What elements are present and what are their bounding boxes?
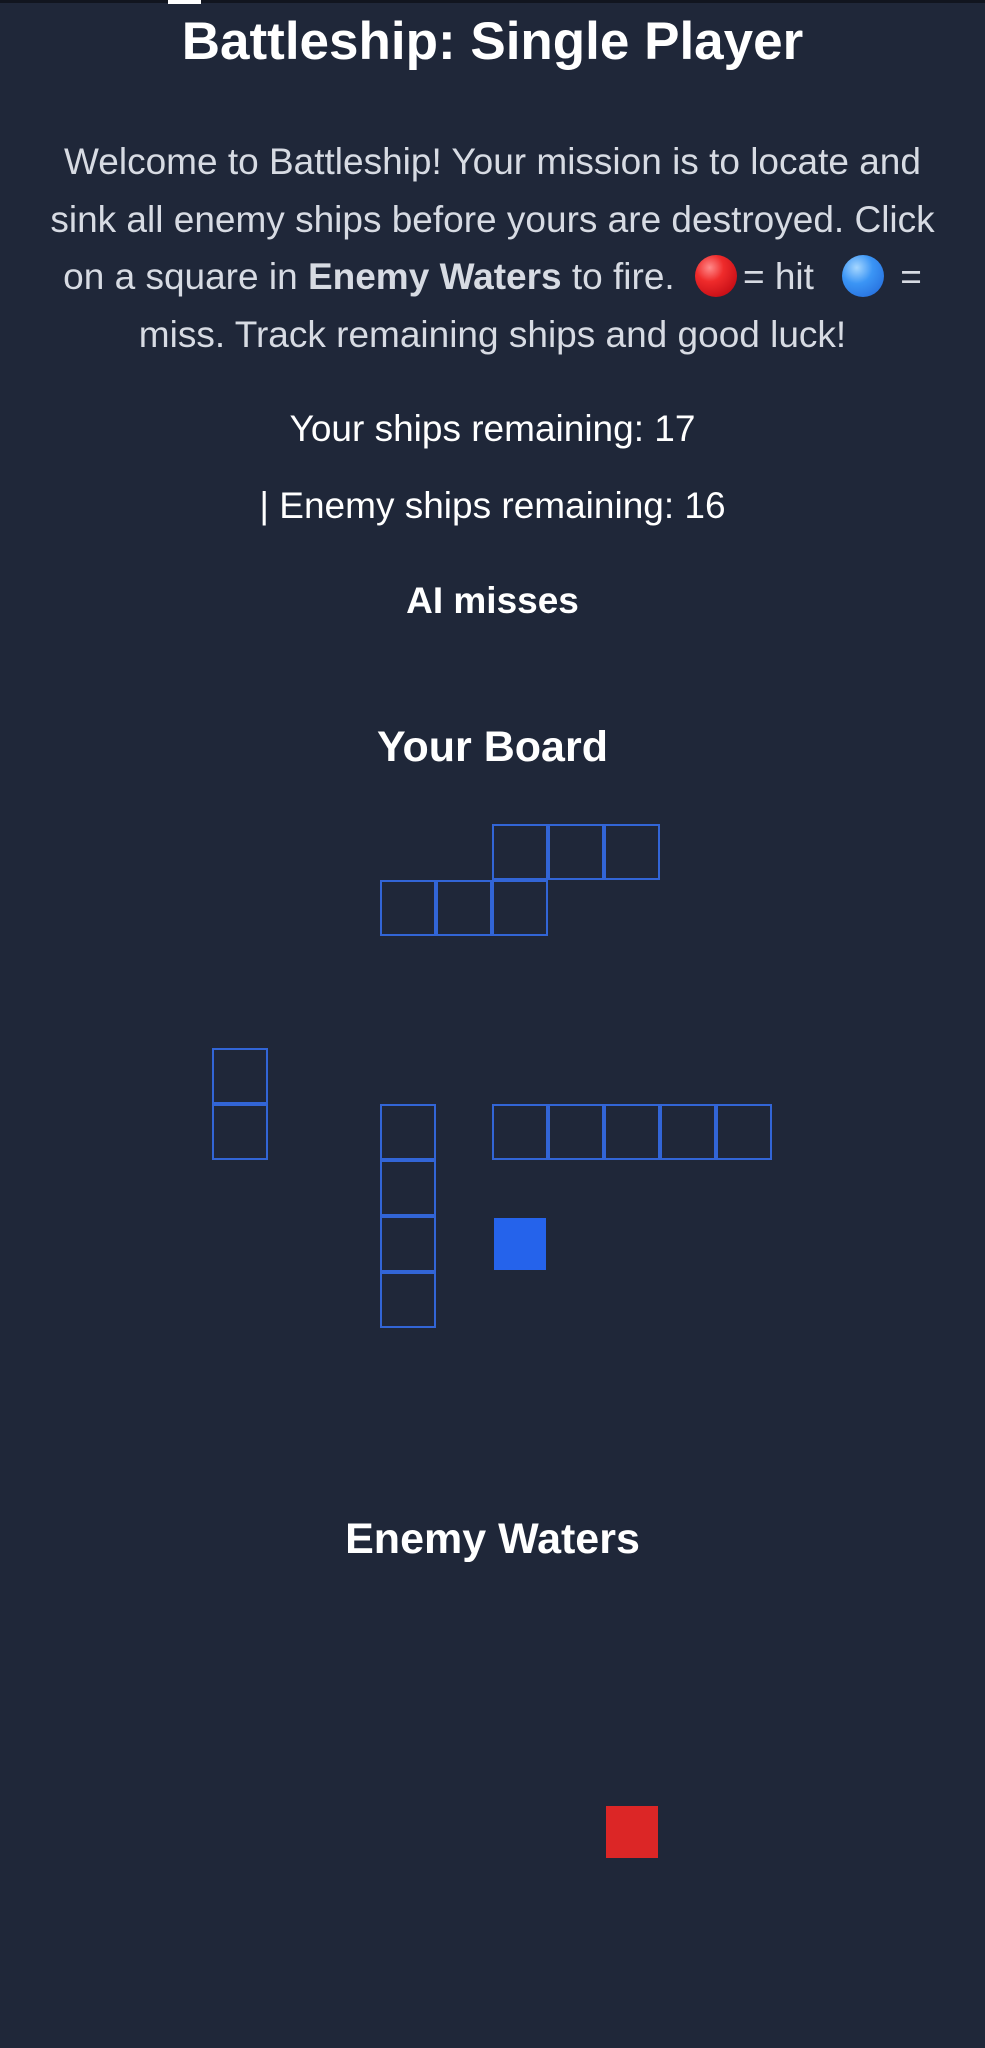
enemy-waters-heading: Enemy Waters: [345, 1515, 640, 1563]
ship-cell: [716, 1104, 772, 1160]
top-bar: [0, 0, 985, 4]
blue-circle-icon: [841, 255, 884, 297]
page-title: Battleship: Single Player: [181, 12, 804, 71]
intro-bold-enemy-waters: Enemy Waters: [307, 256, 562, 297]
ship-cell: [604, 1104, 660, 1160]
ship-cell: [548, 1104, 604, 1160]
ship-cell: [380, 1216, 436, 1272]
hit-legend-label: = hit: [742, 256, 814, 297]
red-circle-icon: [694, 255, 737, 297]
ship-cell: [604, 824, 660, 880]
hit-marker: [606, 1806, 658, 1858]
ship-cell: [380, 880, 436, 936]
ship-cell: [492, 880, 548, 936]
ship-cell: [548, 824, 604, 880]
ship-cell: [492, 824, 548, 880]
ship-cell: [212, 1104, 268, 1160]
enemy-waters-grid[interactable]: [0, 1600, 985, 2020]
intro-part-2: to fire.: [561, 256, 685, 297]
ship-cell: [212, 1048, 268, 1104]
enemy-ships-remaining: | Enemy ships remaining: 16: [259, 485, 726, 526]
ship-cell: [492, 1104, 548, 1160]
ship-cell: [660, 1104, 716, 1160]
ship-cell: [436, 880, 492, 936]
your-ships-remaining: Your ships remaining: 17: [289, 408, 696, 449]
your-board-heading: Your Board: [377, 723, 608, 771]
ship-cell: [380, 1104, 436, 1160]
ship-cell: [380, 1272, 436, 1328]
your-board-grid: [0, 820, 985, 1340]
top-tab-indicator: [168, 0, 201, 4]
miss-marker: [494, 1218, 546, 1270]
intro-text: Welcome to Battleship! Your mission is t…: [30, 133, 955, 363]
ship-cell: [380, 1160, 436, 1216]
ai-status-message: AI misses: [406, 580, 579, 621]
